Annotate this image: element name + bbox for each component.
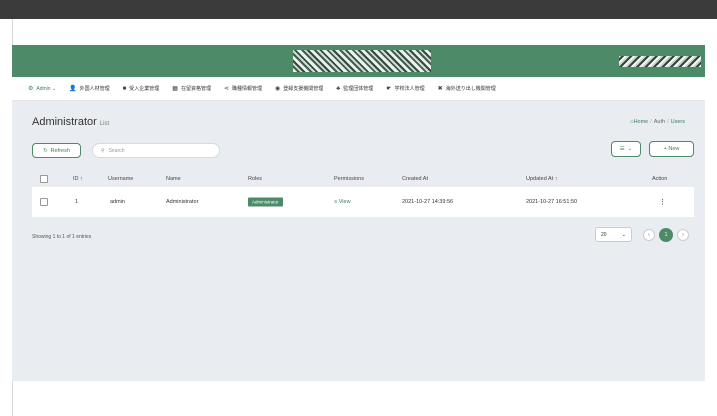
building-icon: ■ xyxy=(122,85,127,92)
chevron-left-icon: ‹ xyxy=(648,231,650,238)
nav-item-supervising-org[interactable]: ♣ 監理団体管理 xyxy=(336,85,374,93)
nav-item-support-org[interactable]: ◉ 登録支援機関管理 xyxy=(275,85,323,92)
cross-icon: ✖ xyxy=(437,86,443,92)
cell-name: Administrator xyxy=(166,199,199,205)
person-icon: 👤 xyxy=(69,86,77,92)
breadcrumb-separator: / xyxy=(650,119,652,125)
page-subtitle: List xyxy=(99,121,110,127)
column-selector-button[interactable]: ☰ ⌄ xyxy=(611,141,641,157)
nav-item-label: 監理団体管理 xyxy=(343,86,374,92)
nav-item-overseas-agency[interactable]: ✖ 海外送り出し機関管理 xyxy=(438,85,496,92)
nav-item-label: 職種情報管理 xyxy=(232,86,263,92)
search-icon: ⚲ xyxy=(101,147,105,154)
window-top-bar xyxy=(0,0,717,19)
nav-item-label: 学校法人管理 xyxy=(394,86,425,92)
chevron-down-icon: ⌄ xyxy=(621,231,626,238)
page-number: 1 xyxy=(664,231,668,238)
refresh-button[interactable]: ↻ Refresh xyxy=(32,143,81,158)
chevron-right-icon: › xyxy=(682,231,684,238)
header-created-at: Created At xyxy=(402,176,428,182)
calendar-icon: ▦ xyxy=(172,86,178,92)
nav-item-job-info[interactable]: ⋖ 職種情報管理 xyxy=(224,85,262,92)
cell-username: admin xyxy=(110,199,125,205)
new-button[interactable]: + New xyxy=(649,141,694,157)
prev-page-button[interactable]: ‹ xyxy=(643,228,655,241)
user-menu-pixelated[interactable] xyxy=(619,56,701,67)
page-title: Administrator List xyxy=(32,116,109,128)
share-icon: ⋖ xyxy=(223,86,230,92)
main-nav: ⚙ Admin ⌄ 👤 外国人材管理 ■ 受入企業管理 ▦ 在留資格管理 ⋖ 職… xyxy=(12,77,705,101)
refresh-icon: ↻ xyxy=(43,147,48,154)
main-content: Administrator List ⌂Home / Auth / Users ↻ Ref… xyxy=(12,101,705,381)
new-label: + New xyxy=(663,146,680,152)
pagination: 20 ⌄ ‹ 1 › xyxy=(595,227,691,242)
header-username: Username xyxy=(108,176,134,182)
brand-logo-pixelated xyxy=(293,50,431,72)
nav-item-label: 外国人材管理 xyxy=(79,86,110,92)
breadcrumb-auth[interactable]: Auth xyxy=(654,119,665,125)
cell-id: 1 xyxy=(75,199,79,205)
breadcrumb-home[interactable]: ⌂Home xyxy=(630,119,648,125)
table-row: 1 admin Administrator Administrator ≡ Vi… xyxy=(32,187,694,217)
cell-created-at: 2021-10-27 14:39:56 xyxy=(402,199,454,205)
row-action-menu-icon[interactable]: ⋮ xyxy=(659,198,666,206)
header-permissions: Permissions xyxy=(334,176,364,182)
table-header: ID ↑ Username Name Roles Permissions Cre… xyxy=(32,171,694,187)
per-page-select[interactable]: 20 ⌄ xyxy=(595,227,632,242)
select-all-checkbox[interactable] xyxy=(40,175,48,183)
permissions-view-link[interactable]: ≡ View xyxy=(334,199,351,205)
chevron-down-icon: ⌄ xyxy=(627,146,633,152)
nav-item-admin[interactable]: ⚙ Admin ⌄ xyxy=(28,85,57,93)
header-action: Action xyxy=(652,176,668,182)
admin-gear-icon: ⚙ xyxy=(28,86,34,92)
breadcrumb-home-label: Home xyxy=(633,119,649,125)
per-page-value: 20 xyxy=(601,231,607,238)
cell-updated-at: 2021-10-27 16:51:50 xyxy=(526,199,578,205)
header-roles: Roles xyxy=(248,176,263,182)
breadcrumb-users: Users xyxy=(670,119,685,125)
nav-item-host-company[interactable]: ■ 受入企業管理 xyxy=(122,85,160,93)
eye-icon: ◉ xyxy=(275,86,281,92)
refresh-label: Refresh xyxy=(50,147,70,154)
columns-icon: ☰ xyxy=(619,146,625,152)
role-badge: Administrator xyxy=(248,197,283,207)
page-title-text: Administrator xyxy=(32,116,97,128)
hand-icon: ☛ xyxy=(386,86,392,92)
nav-item-label: 海外送り出し機関管理 xyxy=(445,86,496,92)
brand-header xyxy=(12,45,705,77)
nav-item-residence-status[interactable]: ▦ 在留資格管理 xyxy=(172,85,211,92)
header-updated-at[interactable]: Updated At ↑ xyxy=(526,176,558,182)
nav-item-label: Admin ⌄ xyxy=(36,85,57,92)
nav-item-foreign-talent[interactable]: 👤 外国人材管理 xyxy=(69,85,110,92)
search-placeholder: Search xyxy=(108,147,125,154)
next-page-button[interactable]: › xyxy=(677,228,689,241)
users-table: ID ↑ Username Name Roles Permissions Cre… xyxy=(32,171,694,217)
header-name: Name xyxy=(166,176,181,182)
nav-item-label: 登録支援機関管理 xyxy=(283,86,324,92)
row-checkbox[interactable] xyxy=(40,198,48,206)
breadcrumb: ⌂Home / Auth / Users xyxy=(630,119,685,125)
entries-summary: Showing 1 to 1 of 1 entries xyxy=(32,234,92,240)
breadcrumb-separator: / xyxy=(667,119,669,125)
nav-item-label: 在留資格管理 xyxy=(180,86,211,92)
group-icon: ♣ xyxy=(336,85,341,92)
header-id[interactable]: ID ↑ xyxy=(73,176,83,182)
nav-item-school[interactable]: ☛ 学校法人管理 xyxy=(386,85,424,92)
search-input[interactable]: ⚲ Search xyxy=(92,143,220,158)
page-button-current[interactable]: 1 xyxy=(659,227,673,242)
nav-item-label: 受入企業管理 xyxy=(129,86,160,92)
